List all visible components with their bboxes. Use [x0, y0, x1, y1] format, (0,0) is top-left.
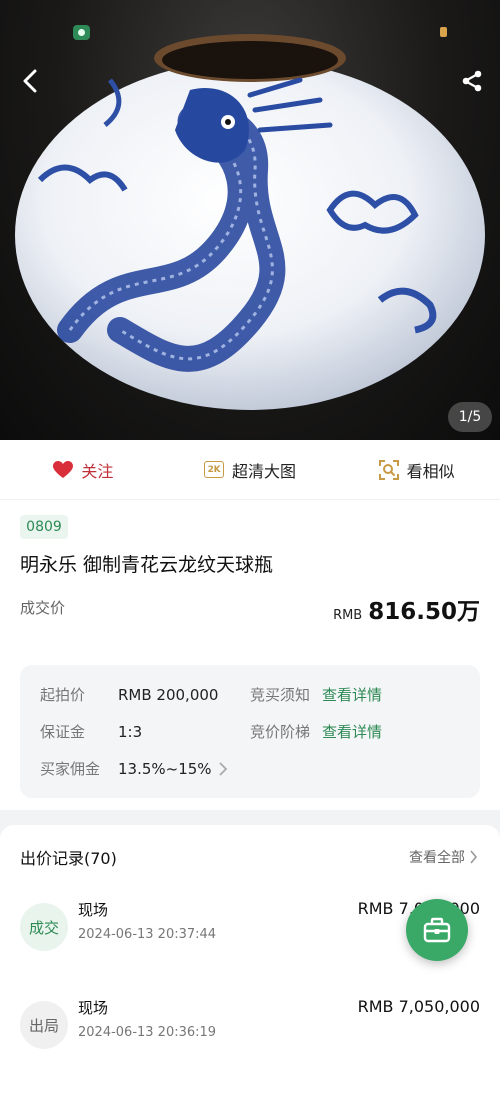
follow-label: 关注	[81, 461, 114, 481]
bid-ladder-link[interactable]: 查看详情	[322, 721, 382, 742]
commission-row[interactable]: 买家佣金 13.5%~15%	[40, 758, 228, 779]
bid-ladder-label: 竞价阶梯	[250, 723, 311, 741]
find-similar-button[interactable]: 看相似	[333, 458, 500, 482]
price-label: 成交价	[20, 599, 66, 617]
notice-link[interactable]: 查看详情	[322, 684, 382, 705]
follow-button[interactable]: 关注	[0, 458, 167, 482]
floating-briefcase-button[interactable]	[406, 899, 468, 961]
notice-label: 竞买须知	[250, 686, 311, 704]
image-page-indicator: 1/5	[448, 402, 492, 432]
status-app-icon	[73, 25, 90, 40]
heart-icon	[53, 460, 74, 478]
bid-records-section: 出价记录(70) 查看全部 成交 现场 2024-06-13 20:37:44 …	[0, 825, 500, 1097]
start-price-row: 起拍价 RMB 200,000	[40, 684, 218, 705]
chevron-right-icon	[218, 761, 227, 776]
action-bar: 关注 2K 超清大图 看相似	[0, 440, 500, 500]
final-price: RMB 816.50万	[333, 592, 480, 626]
chevron-right-icon	[470, 850, 478, 864]
view-all-label: 查看全部	[409, 850, 465, 866]
find-similar-label: 看相似	[406, 461, 455, 481]
product-image-carousel[interactable]: 1/5	[0, 0, 500, 440]
2k-icon: 2K	[204, 461, 224, 478]
bid-row: 出局 现场 2024-06-13 20:36:19 RMB 7,050,000	[0, 993, 500, 1063]
start-price-label: 起拍价	[40, 686, 86, 704]
vase-photo	[15, 34, 485, 410]
price-value: 816.50万	[368, 599, 480, 625]
lot-title: 明永乐 御制青花云龙纹天球瓶	[20, 554, 274, 576]
share-button[interactable]	[456, 64, 488, 98]
hd-image-button[interactable]: 2K 超清大图	[167, 458, 334, 482]
bid-status-badge: 出局	[20, 1001, 68, 1049]
price-currency: RMB	[333, 608, 363, 623]
lot-info-section: 0809 明永乐 御制青花云龙纹天球瓶 成交价 RMB 816.50万 起拍价 …	[0, 500, 500, 810]
notice-row: 竞买须知 查看详情	[250, 684, 382, 705]
bid-ladder-row: 竞价阶梯 查看详情	[250, 721, 382, 742]
lot-number-badge: 0809	[20, 515, 68, 539]
share-icon	[462, 70, 482, 92]
view-all-button[interactable]: 查看全部	[409, 847, 478, 867]
auction-details-card: 起拍价 RMB 200,000 竞买须知 查看详情 保证金 1:3 竞价阶梯 查…	[20, 665, 480, 798]
status-indicator-icon	[440, 27, 447, 37]
bidder-name: 现场	[78, 901, 109, 919]
chevron-left-icon	[23, 69, 37, 93]
deposit-row: 保证金 1:3	[40, 721, 142, 742]
commission-value: 13.5%~15%	[118, 759, 212, 778]
bid-time: 2024-06-13 20:37:44	[78, 927, 217, 942]
bid-records-title: 出价记录(70)	[20, 849, 117, 868]
deposit-value: 1:3	[118, 722, 143, 741]
hd-image-label: 超清大图	[232, 461, 297, 481]
bid-status-badge: 成交	[20, 903, 68, 951]
bidder-name: 现场	[78, 999, 109, 1017]
scan-similar-icon	[378, 459, 399, 480]
commission-label: 买家佣金	[40, 760, 101, 778]
bid-amount: RMB 7,050,000	[357, 997, 480, 1016]
briefcase-icon	[423, 917, 451, 943]
bid-time: 2024-06-13 20:36:19	[78, 1025, 217, 1040]
deposit-label: 保证金	[40, 723, 86, 741]
start-price-value: RMB 200,000	[118, 685, 219, 704]
back-button[interactable]	[14, 64, 46, 98]
